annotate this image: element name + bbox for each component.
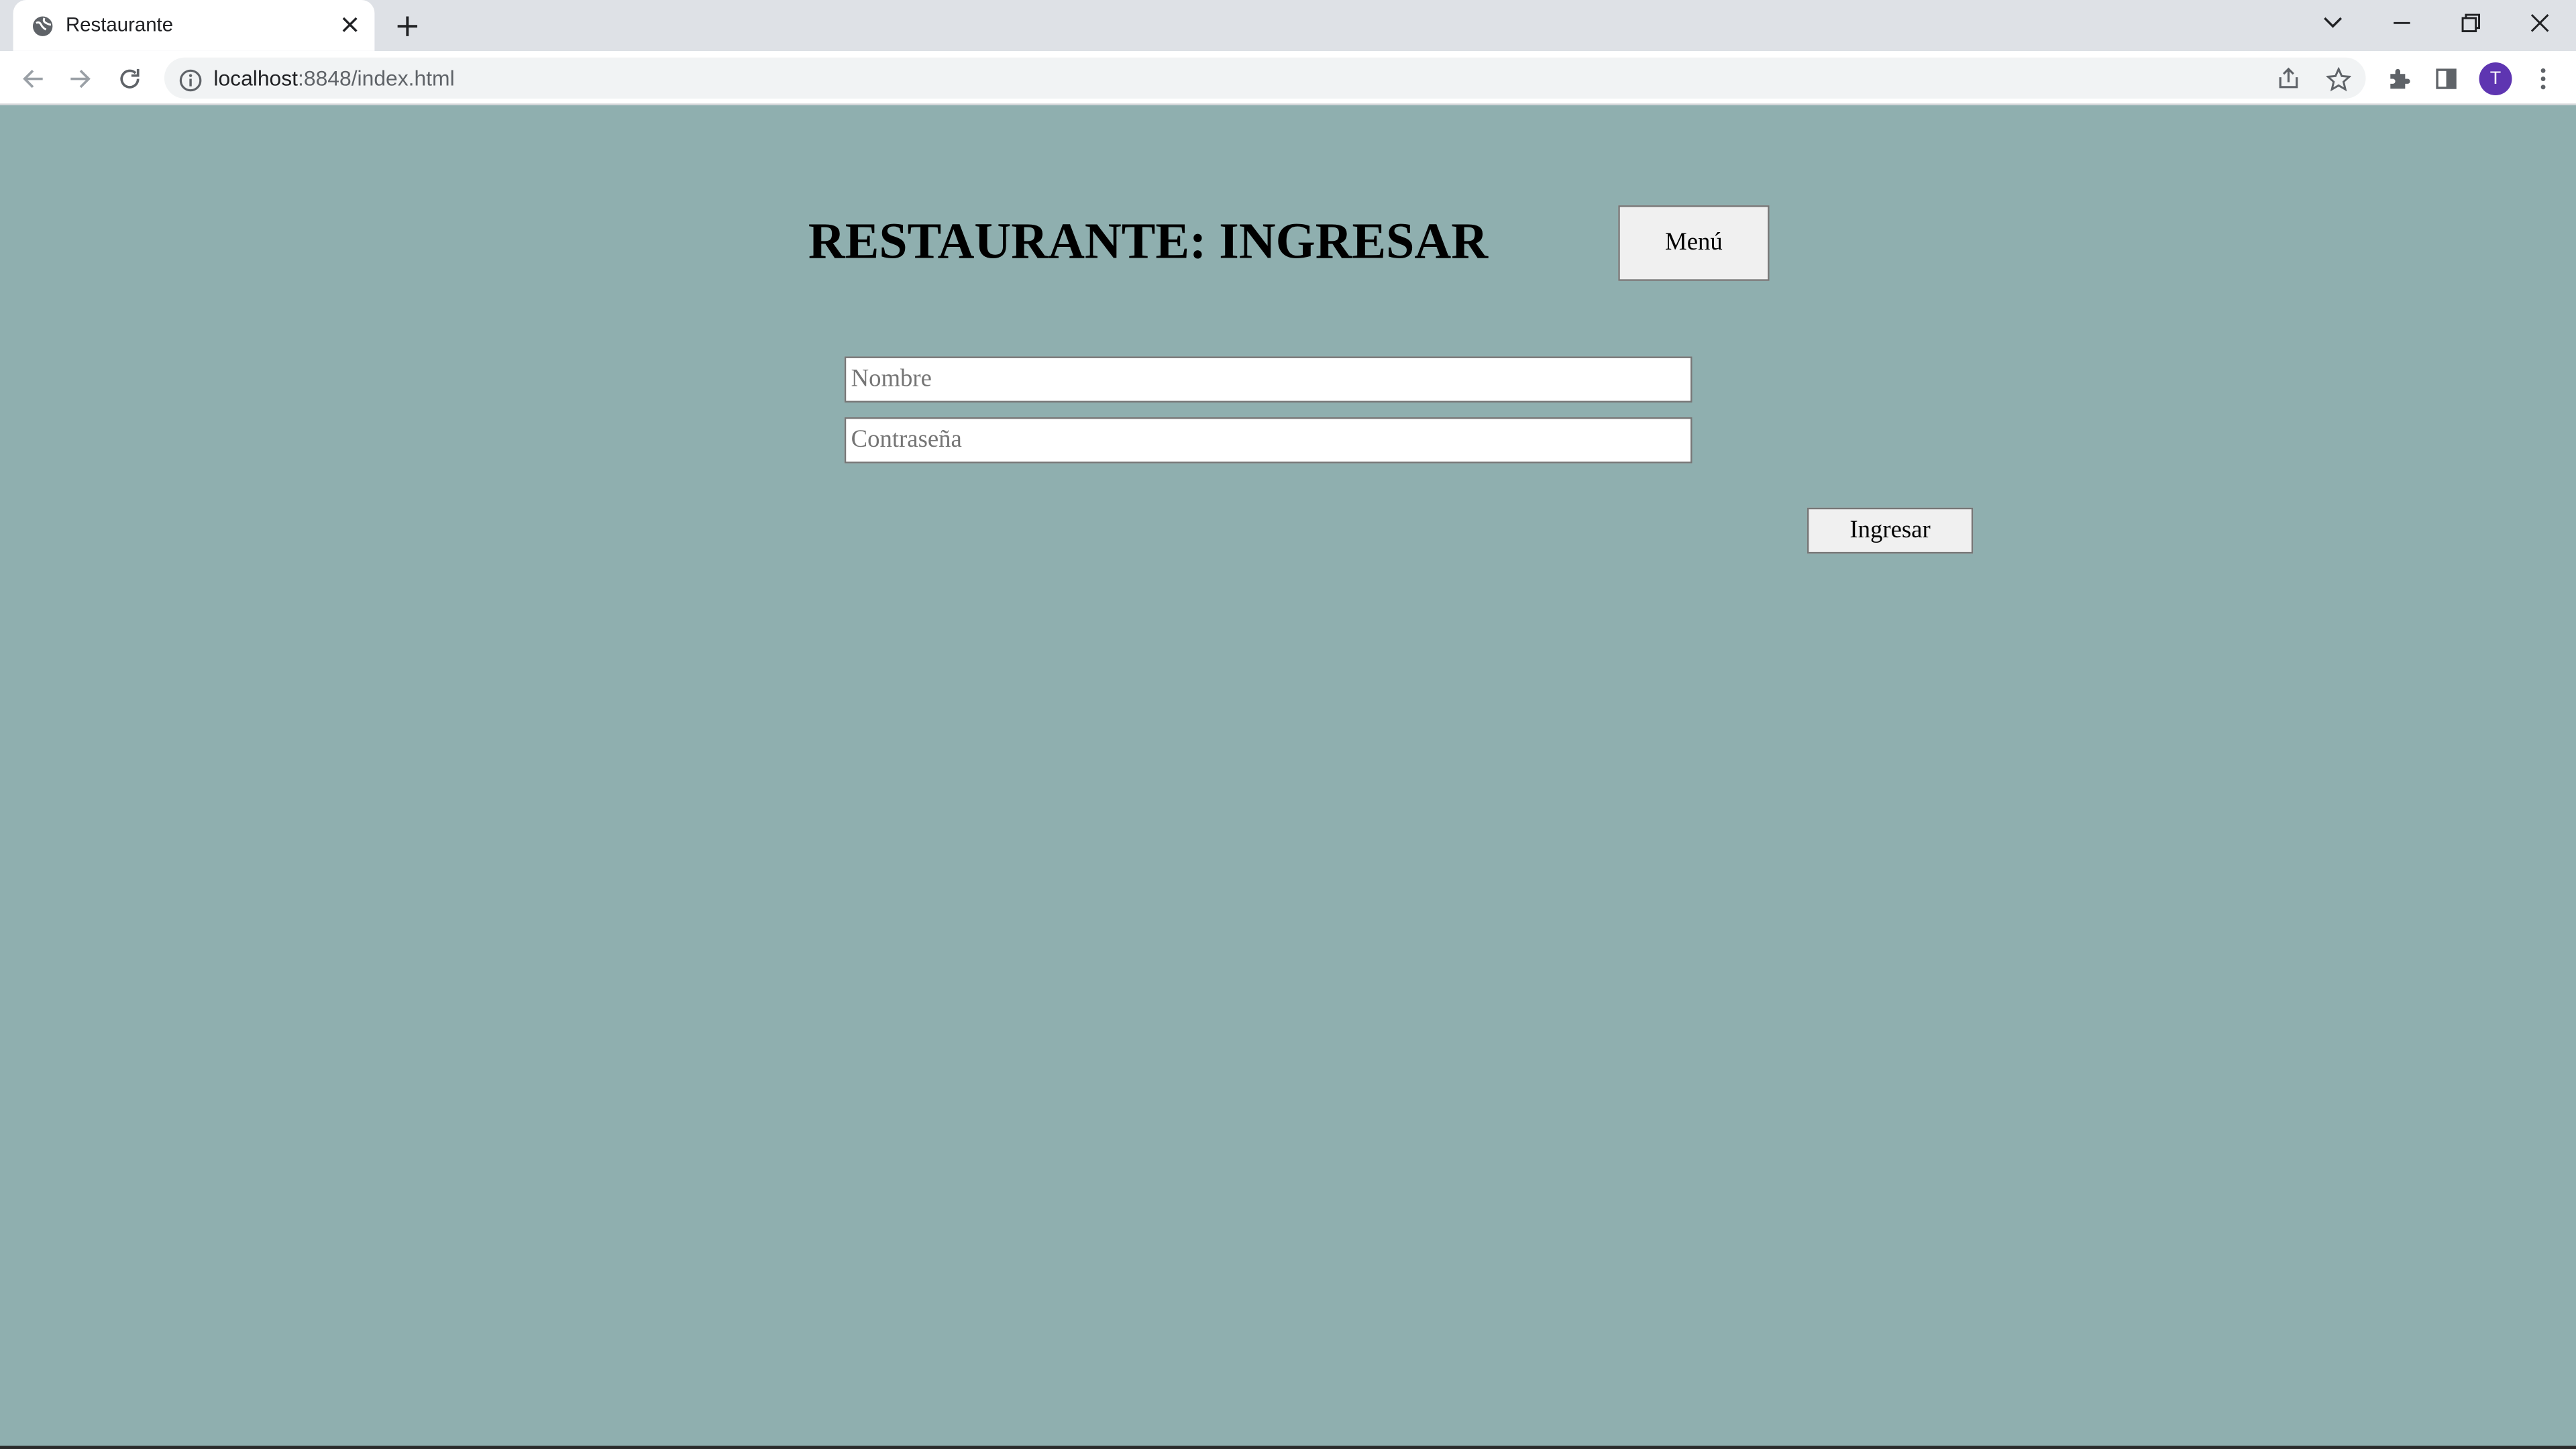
back-arrow-icon[interactable]	[15, 61, 51, 97]
share-icon[interactable]	[2273, 64, 2303, 94]
tab-search-chevron-icon[interactable]	[2313, 7, 2353, 40]
window-bottom-edge	[0, 1446, 2576, 1449]
tab-strip: Restaurante	[0, 0, 2576, 51]
url-text: localhost:8848/index.html	[213, 66, 454, 91]
close-window-icon[interactable]	[2520, 7, 2560, 40]
info-icon[interactable]	[179, 67, 202, 92]
menu-button[interactable]: Menú	[1618, 205, 1770, 281]
url-host: localhost	[213, 65, 299, 91]
forward-arrow-icon[interactable]	[62, 61, 99, 97]
kebab-menu-icon[interactable]	[2527, 62, 2560, 95]
browser-tab[interactable]: Restaurante	[13, 0, 375, 51]
globe-icon	[32, 13, 54, 36]
close-tab-icon[interactable]	[337, 11, 363, 38]
extensions-puzzle-icon[interactable]	[2382, 62, 2415, 95]
password-input[interactable]	[844, 417, 1693, 464]
new-tab-icon[interactable]	[391, 10, 424, 43]
profile-avatar[interactable]: T	[2479, 62, 2512, 96]
browser-toolbar: localhost:8848/index.html	[0, 50, 2576, 105]
login-button[interactable]: Ingresar	[1807, 507, 1974, 554]
restore-icon[interactable]	[2451, 7, 2491, 40]
name-input[interactable]	[844, 356, 1693, 403]
minimize-icon[interactable]	[2382, 7, 2422, 40]
url-path: :8848/index.html	[298, 65, 455, 91]
tab-title: Restaurante	[65, 13, 174, 36]
bookmark-star-icon[interactable]	[2323, 64, 2353, 94]
page-content: RESTAURANTE: INGRESAR Menú Ingresar	[0, 107, 2576, 1446]
side-panel-icon[interactable]	[2430, 62, 2463, 95]
page-title: RESTAURANTE: INGRESAR	[808, 211, 1489, 270]
reload-icon[interactable]	[112, 61, 148, 97]
address-bar[interactable]: localhost:8848/index.html	[164, 57, 2366, 99]
